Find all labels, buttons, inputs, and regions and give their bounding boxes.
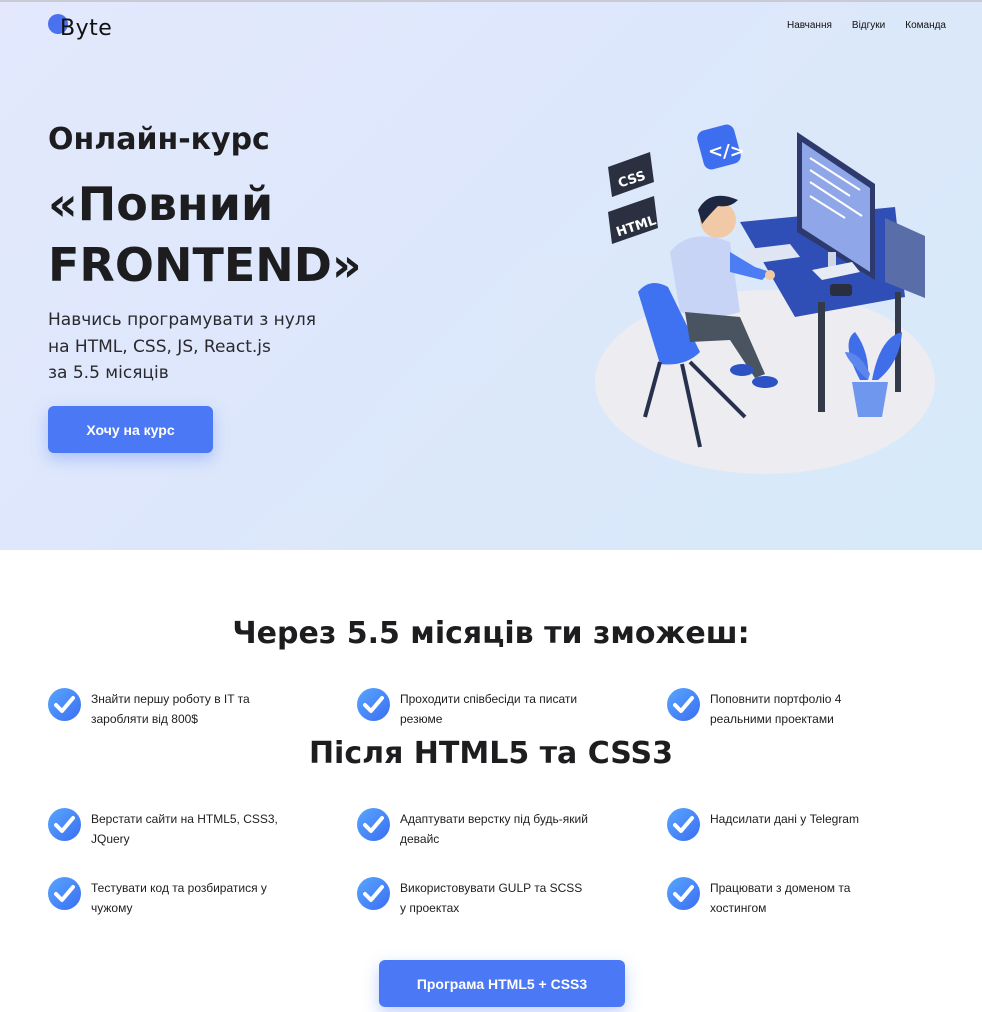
main-nav: Навчання Відгуки Команда xyxy=(787,20,946,31)
hero-subtitle: Онлайн-курс xyxy=(48,122,270,157)
check-circle-icon xyxy=(48,688,81,721)
feature-text: Знайти першу роботу в IT та заробляти ві… xyxy=(91,692,250,726)
check-circle-icon xyxy=(48,808,81,841)
hero-section: Byte Навчання Відгуки Команда Онлайн-кур… xyxy=(0,0,982,550)
check-circle-icon xyxy=(667,877,700,910)
feature-item: Надсилати дані у Telegram xyxy=(667,808,907,841)
feature-item: Працювати з доменом та хостингом xyxy=(667,877,907,918)
feature-text: Надсилати дані у Telegram xyxy=(710,812,859,826)
hero-description: Навчись програмувати з нуля на HTML, CSS… xyxy=(48,307,368,387)
check-circle-icon xyxy=(357,688,390,721)
feature-item: Адаптувати верстку під будь-який девайс xyxy=(357,808,597,849)
nav-item-learning[interactable]: Навчання xyxy=(787,20,832,31)
feature-text: Адаптувати верстку під будь-який девайс xyxy=(400,812,588,846)
developer-illustration: </> CSS HTML xyxy=(595,124,935,474)
feature-item: Знайти першу роботу в IT та заробляти ві… xyxy=(48,688,288,729)
feature-text: Тестувати код та розбиратися у чужому xyxy=(91,881,267,915)
feature-item: Проходити співбесіди та писати резюме xyxy=(357,688,597,729)
feature-text: Проходити співбесіди та писати резюме xyxy=(400,692,578,726)
hero-title: «Повний FRONTEND» xyxy=(48,177,362,292)
logo-text: Byte xyxy=(60,16,113,41)
check-circle-icon xyxy=(48,877,81,910)
nav-item-reviews[interactable]: Відгуки xyxy=(852,20,885,31)
check-circle-icon xyxy=(357,808,390,841)
hero-description-line: на HTML, CSS, JS, React.js xyxy=(48,336,271,357)
section-title-outcomes: Через 5.5 місяців ти зможеш: xyxy=(232,616,750,651)
feature-text: Працювати з доменом та хостингом xyxy=(710,881,851,915)
hero-description-line: Навчись програмувати з нуля xyxy=(48,310,316,330)
logo[interactable]: Byte xyxy=(48,12,128,44)
check-circle-icon xyxy=(357,877,390,910)
code-icon-label: </> xyxy=(708,141,745,162)
section-title-html-css: Після HTML5 та CSS3 xyxy=(308,736,674,771)
check-circle-icon xyxy=(667,808,700,841)
hero-description-line: за 5.5 місяців xyxy=(48,363,169,383)
feature-item: Верстати сайти на HTML5, CSS3, JQuery xyxy=(48,808,288,849)
program-button[interactable]: Програма HTML5 + CSS3 xyxy=(379,960,625,1007)
feature-item: Використовувати GULP та SCSS у проектах xyxy=(357,877,597,918)
feature-text: Використовувати GULP та SCSS у проектах xyxy=(400,881,583,915)
feature-text: Поповнити портфоліо 4 реальними проектам… xyxy=(710,692,842,726)
feature-item: Тестувати код та розбиратися у чужому xyxy=(48,877,288,918)
feature-text: Верстати сайти на HTML5, CSS3, JQuery xyxy=(91,812,278,846)
enroll-button[interactable]: Хочу на курс xyxy=(48,406,213,453)
nav-item-team[interactable]: Команда xyxy=(905,20,946,31)
feature-item: Поповнити портфоліо 4 реальними проектам… xyxy=(667,688,907,729)
check-circle-icon xyxy=(667,688,700,721)
